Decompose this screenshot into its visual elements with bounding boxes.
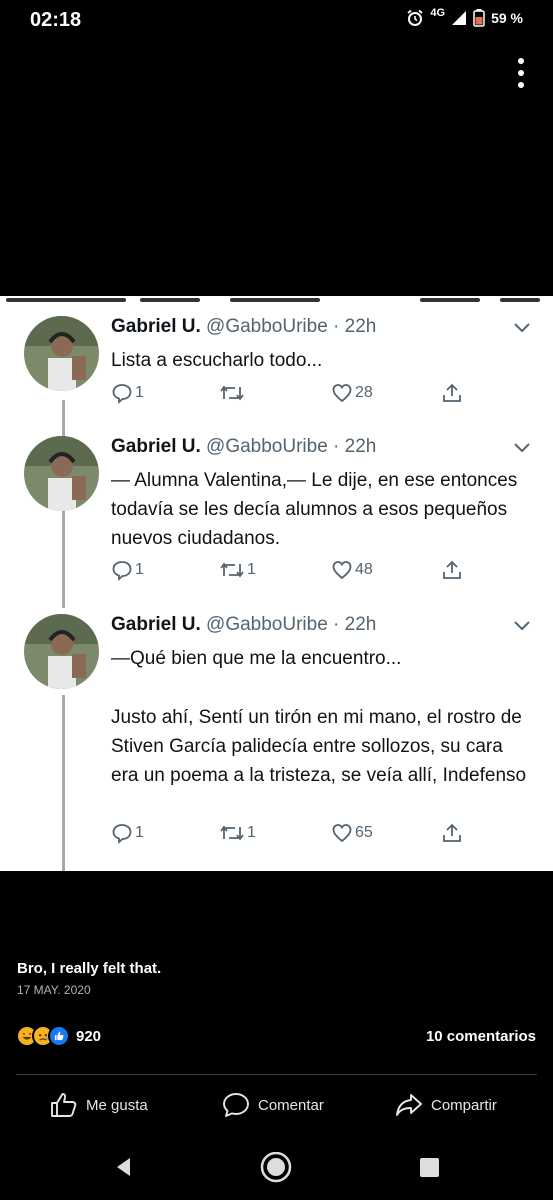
tweet-text-paragraph: Justo ahí, Sentí un tirón en mi mano, el… [111,707,527,786]
chevron-down-icon[interactable] [513,620,531,632]
reply-count: 1 [135,561,144,578]
chevron-down-icon[interactable] [513,322,531,334]
tweet-text: Lista a escucharlo todo... [111,350,323,371]
reply-button[interactable]: 1 [111,559,144,581]
tweet-author-name[interactable]: Gabriel U. [111,316,201,337]
retweet-button[interactable]: 1 [219,822,256,844]
retweet-icon [220,562,244,578]
retweet-count: 1 [247,561,256,578]
reply-button[interactable]: 1 [111,822,144,844]
avatar[interactable] [24,614,99,689]
retweet-icon [220,385,244,401]
thread-line [62,695,65,871]
home-icon[interactable] [259,1152,293,1186]
like-button[interactable]: 48 [331,559,373,581]
like-post-button[interactable]: Me gusta [50,1092,148,1118]
tweet-text-line: —Qué bien que me la encuentro... [111,648,402,669]
like-button[interactable]: 65 [331,822,373,844]
share-arrow-icon [396,1094,422,1116]
reply-icon [112,384,132,404]
status-bar: 02:18 4G 59 % [0,0,553,40]
comments-count[interactable]: 10 comentarios [426,1028,536,1045]
like-count: 48 [355,561,373,578]
divider [16,1074,537,1075]
battery-label: 59 % [491,10,523,26]
retweet-count: 1 [247,824,256,841]
status-icons: 4G 59 % [406,7,523,27]
like-icon [48,1025,70,1047]
tweet-handle-time: @GabboUribe · 22h [206,436,377,457]
comment-label: Comentar [258,1096,324,1114]
share-button[interactable] [441,382,463,404]
like-post-label: Me gusta [86,1096,148,1114]
like-count: 65 [355,824,373,841]
alarm-icon [407,9,423,26]
share-icon [443,383,461,402]
tweet-handle-time: @GabboUribe · 22h [206,614,377,635]
share-label: Compartir [431,1096,497,1114]
tweet-author-name[interactable]: Gabriel U. [111,436,201,457]
recents-icon[interactable] [419,1152,441,1182]
back-icon[interactable] [112,1152,134,1182]
post-date: 17 MAY. 2020 [17,983,91,997]
reply-button[interactable]: 1 [111,382,144,404]
reply-count: 1 [135,824,144,841]
thumbs-up-icon [51,1093,77,1117]
tweet-actions: 1 1 65 [111,822,531,848]
post-caption: Bro, I really felt that. [17,960,162,977]
share-icon [443,560,461,579]
comment-button[interactable]: Comentar [222,1092,324,1118]
tweet-author-name[interactable]: Gabriel U. [111,614,201,635]
comment-icon [223,1093,249,1117]
chevron-down-icon[interactable] [513,442,531,454]
share-button[interactable] [441,822,463,844]
tweet-text: — Alumna Valentina,— Le dije, en ese ent… [111,470,518,549]
tweet-header: Gabriel U. @GabboUribe · 22h [111,436,376,458]
tweet-actions: 1 1 48 [111,559,531,585]
retweet-button[interactable]: 1 [219,559,256,581]
post-actions: Me gusta Comentar Compartir [0,1092,553,1122]
reaction-count: 920 [76,1027,102,1045]
tweet-screenshot: Gabriel U. @GabboUribe · 22h Lista a esc… [0,310,553,871]
retweet-button[interactable] [219,382,247,404]
network-label: 4G [430,7,446,19]
tweet-header: Gabriel U. @GabboUribe · 22h [111,316,376,338]
tweet-actions: 1 28 [111,382,531,408]
tweet-header: Gabriel U. @GabboUribe · 22h [111,614,376,636]
reply-count: 1 [135,384,144,401]
tweet-handle-time: @GabboUribe · 22h [206,316,377,337]
share-button[interactable] [441,559,463,581]
reactions-summary[interactable]: 920 [16,1025,101,1047]
like-button[interactable]: 28 [331,382,373,404]
cropped-strip [0,296,553,310]
heart-icon [332,824,352,843]
more-vertical-icon[interactable] [515,58,527,88]
retweet-icon [220,825,244,841]
heart-icon [332,384,352,403]
heart-icon [332,561,352,580]
share-post-button[interactable]: Compartir [395,1092,497,1118]
battery-icon [473,9,485,27]
android-nav-bar [0,1150,553,1186]
avatar[interactable] [24,316,99,391]
thread-line [62,503,65,608]
avatar[interactable] [24,436,99,511]
like-count: 28 [355,384,373,401]
status-time: 02:18 [30,9,82,31]
reply-icon [112,561,132,581]
share-icon [443,823,461,842]
reply-icon [112,824,132,844]
signal-icon [452,11,467,25]
